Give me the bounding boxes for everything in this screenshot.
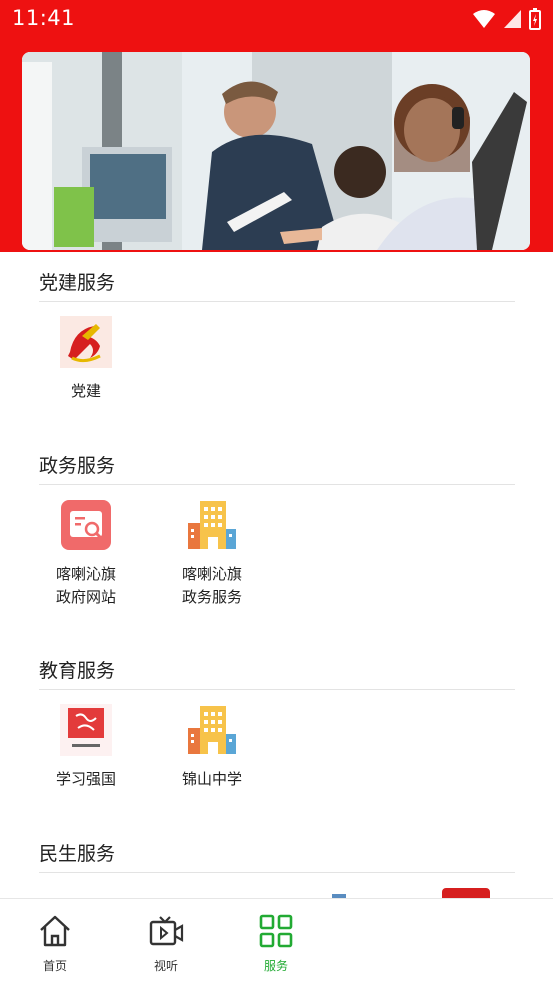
grid-icon [258, 913, 294, 949]
tile-label: 喀喇沁旗 政府网站 [55, 565, 116, 606]
status-bar: 11:41 [0, 0, 553, 40]
gov-website-icon [60, 499, 112, 551]
tv-icon [148, 913, 184, 949]
nav-services[interactable]: 服务 [236, 913, 316, 974]
section-title-government: 政务服务 [39, 455, 116, 477]
tile-party-building[interactable]: 党建 [36, 316, 136, 403]
section-divider [39, 872, 515, 873]
buildings-icon [186, 704, 238, 756]
banner-image[interactable] [22, 52, 530, 250]
tile-label: 锦山中学 [181, 770, 242, 788]
tile-xuexi[interactable]: 学习强国 [36, 704, 136, 791]
bottom-nav: 首页 视听 服务 [0, 898, 553, 984]
tile-gov-services[interactable]: 喀喇沁旗 政务服务 [162, 499, 262, 609]
section-title-education: 教育服务 [39, 660, 116, 682]
nav-label: 首页 [42, 959, 67, 973]
buildings-icon [186, 499, 238, 551]
tile-label: 喀喇沁旗 政务服务 [181, 565, 242, 606]
section-title-party: 党建服务 [39, 272, 116, 294]
status-icons [473, 8, 541, 30]
signal-icon [504, 10, 521, 28]
home-icon [37, 913, 73, 949]
tile-label: 党建 [70, 382, 101, 400]
section-divider [39, 484, 515, 485]
nav-media[interactable]: 视听 [126, 913, 206, 974]
battery-icon [529, 8, 541, 30]
xuexi-qiangguo-icon [60, 704, 112, 756]
status-time: 11:41 [12, 6, 76, 30]
section-divider [39, 689, 515, 690]
wifi-icon [473, 10, 495, 28]
party-emblem-icon [60, 316, 112, 368]
nav-label: 服务 [263, 959, 288, 973]
tile-gov-website[interactable]: 喀喇沁旗 政府网站 [36, 499, 136, 609]
section-title-livelihood: 民生服务 [39, 843, 116, 865]
tile-label: 学习强国 [55, 770, 116, 788]
section-divider [39, 301, 515, 302]
nav-label: 视听 [153, 959, 178, 973]
tile-jinshan-school[interactable]: 锦山中学 [162, 704, 262, 791]
nav-home[interactable]: 首页 [15, 913, 95, 974]
